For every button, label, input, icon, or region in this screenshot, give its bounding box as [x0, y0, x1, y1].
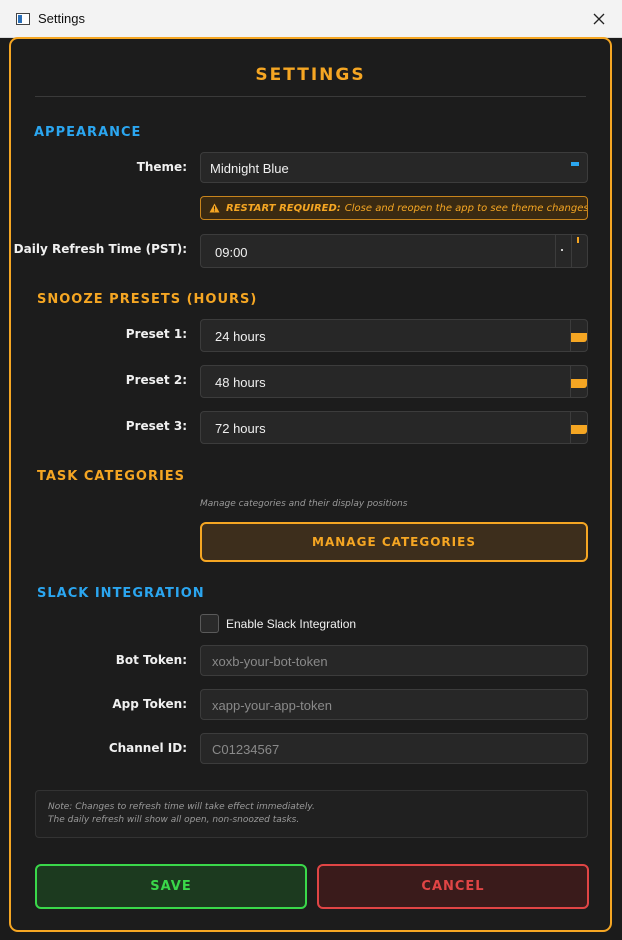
preset-1-value: 24 hours [215, 329, 266, 344]
title-bar: Settings [0, 0, 622, 38]
save-button[interactable]: SAVE [35, 864, 307, 909]
theme-select[interactable]: Midnight Blue [200, 152, 588, 183]
bot-token-input[interactable]: xoxb-your-bot-token [200, 645, 588, 676]
spin-up-icon [577, 237, 579, 243]
note-line-2: The daily refresh will show all open, no… [48, 815, 300, 825]
preset-3-label: Preset 3: [125, 419, 187, 433]
channel-id-input[interactable]: C01234567 [200, 733, 588, 764]
refresh-time-input[interactable]: 09:00 [200, 234, 588, 268]
info-note: Note: Changes to refresh time will take … [35, 790, 588, 838]
theme-value: Midnight Blue [210, 161, 289, 176]
warning-title: RESTART REQUIRED: [226, 202, 341, 214]
preset-3-value: 72 hours [215, 421, 266, 436]
bot-token-placeholder: xoxb-your-bot-token [212, 654, 328, 669]
note-line-1: Note: Changes to refresh time will take … [48, 802, 315, 812]
preset-2-label: Preset 2: [125, 373, 187, 387]
bot-token-label: Bot Token: [115, 653, 187, 667]
cancel-button[interactable]: CANCEL [317, 864, 589, 909]
warning-text: Close and reopen the app to see theme ch… [344, 202, 588, 214]
spin-arrow-icon [571, 333, 587, 342]
time-spin-arrows[interactable] [555, 235, 587, 267]
settings-window: Settings SETTINGS APPEARANCE Theme: Midn… [0, 0, 622, 940]
page-title: SETTINGS [255, 65, 366, 85]
title-divider [35, 96, 586, 97]
enable-slack-checkbox[interactable] [200, 614, 219, 633]
warning-icon [209, 203, 220, 213]
theme-label: Theme: [136, 160, 187, 174]
preset-1-spinbox[interactable]: 24 hours [200, 319, 588, 352]
app-token-input[interactable]: xapp-your-app-token [200, 689, 588, 720]
app-token-placeholder: xapp-your-app-token [212, 698, 332, 713]
close-button[interactable] [576, 0, 622, 38]
spin-divider [571, 235, 572, 267]
manage-categories-button[interactable]: MANAGE CATEGORIES [200, 522, 588, 562]
categories-hint: Manage categories and their display posi… [200, 499, 408, 509]
dropdown-indicator-icon [571, 162, 579, 166]
channel-id-label: Channel ID: [108, 741, 187, 755]
app-icon [16, 13, 30, 25]
preset-1-label: Preset 1: [125, 327, 187, 341]
spin-divider [555, 235, 556, 267]
spin-arrow-icon [571, 425, 587, 434]
section-appearance-title: APPEARANCE [34, 125, 142, 140]
refresh-time-value: 09:00 [215, 245, 248, 260]
section-snooze-title: SNOOZE PRESETS (HOURS) [37, 292, 258, 307]
window-title: Settings [38, 11, 85, 26]
app-token-label: App Token: [112, 697, 187, 711]
preset-3-spinbox[interactable]: 72 hours [200, 411, 588, 444]
restart-warning: RESTART REQUIRED: Close and reopen the a… [200, 196, 588, 220]
spin-down-icon [561, 249, 563, 251]
channel-id-placeholder: C01234567 [212, 742, 280, 757]
enable-slack-label[interactable]: Enable Slack Integration [226, 617, 356, 631]
refresh-time-label: Daily Refresh Time (PST): [13, 242, 187, 256]
preset-2-value: 48 hours [215, 375, 266, 390]
spin-arrow-icon [571, 379, 587, 388]
section-categories-title: TASK CATEGORIES [37, 469, 186, 484]
close-icon [593, 13, 605, 25]
preset-2-spinbox[interactable]: 48 hours [200, 365, 588, 398]
settings-panel: SETTINGS APPEARANCE Theme: Midnight Blue… [9, 37, 612, 932]
section-slack-title: SLACK INTEGRATION [37, 586, 205, 601]
